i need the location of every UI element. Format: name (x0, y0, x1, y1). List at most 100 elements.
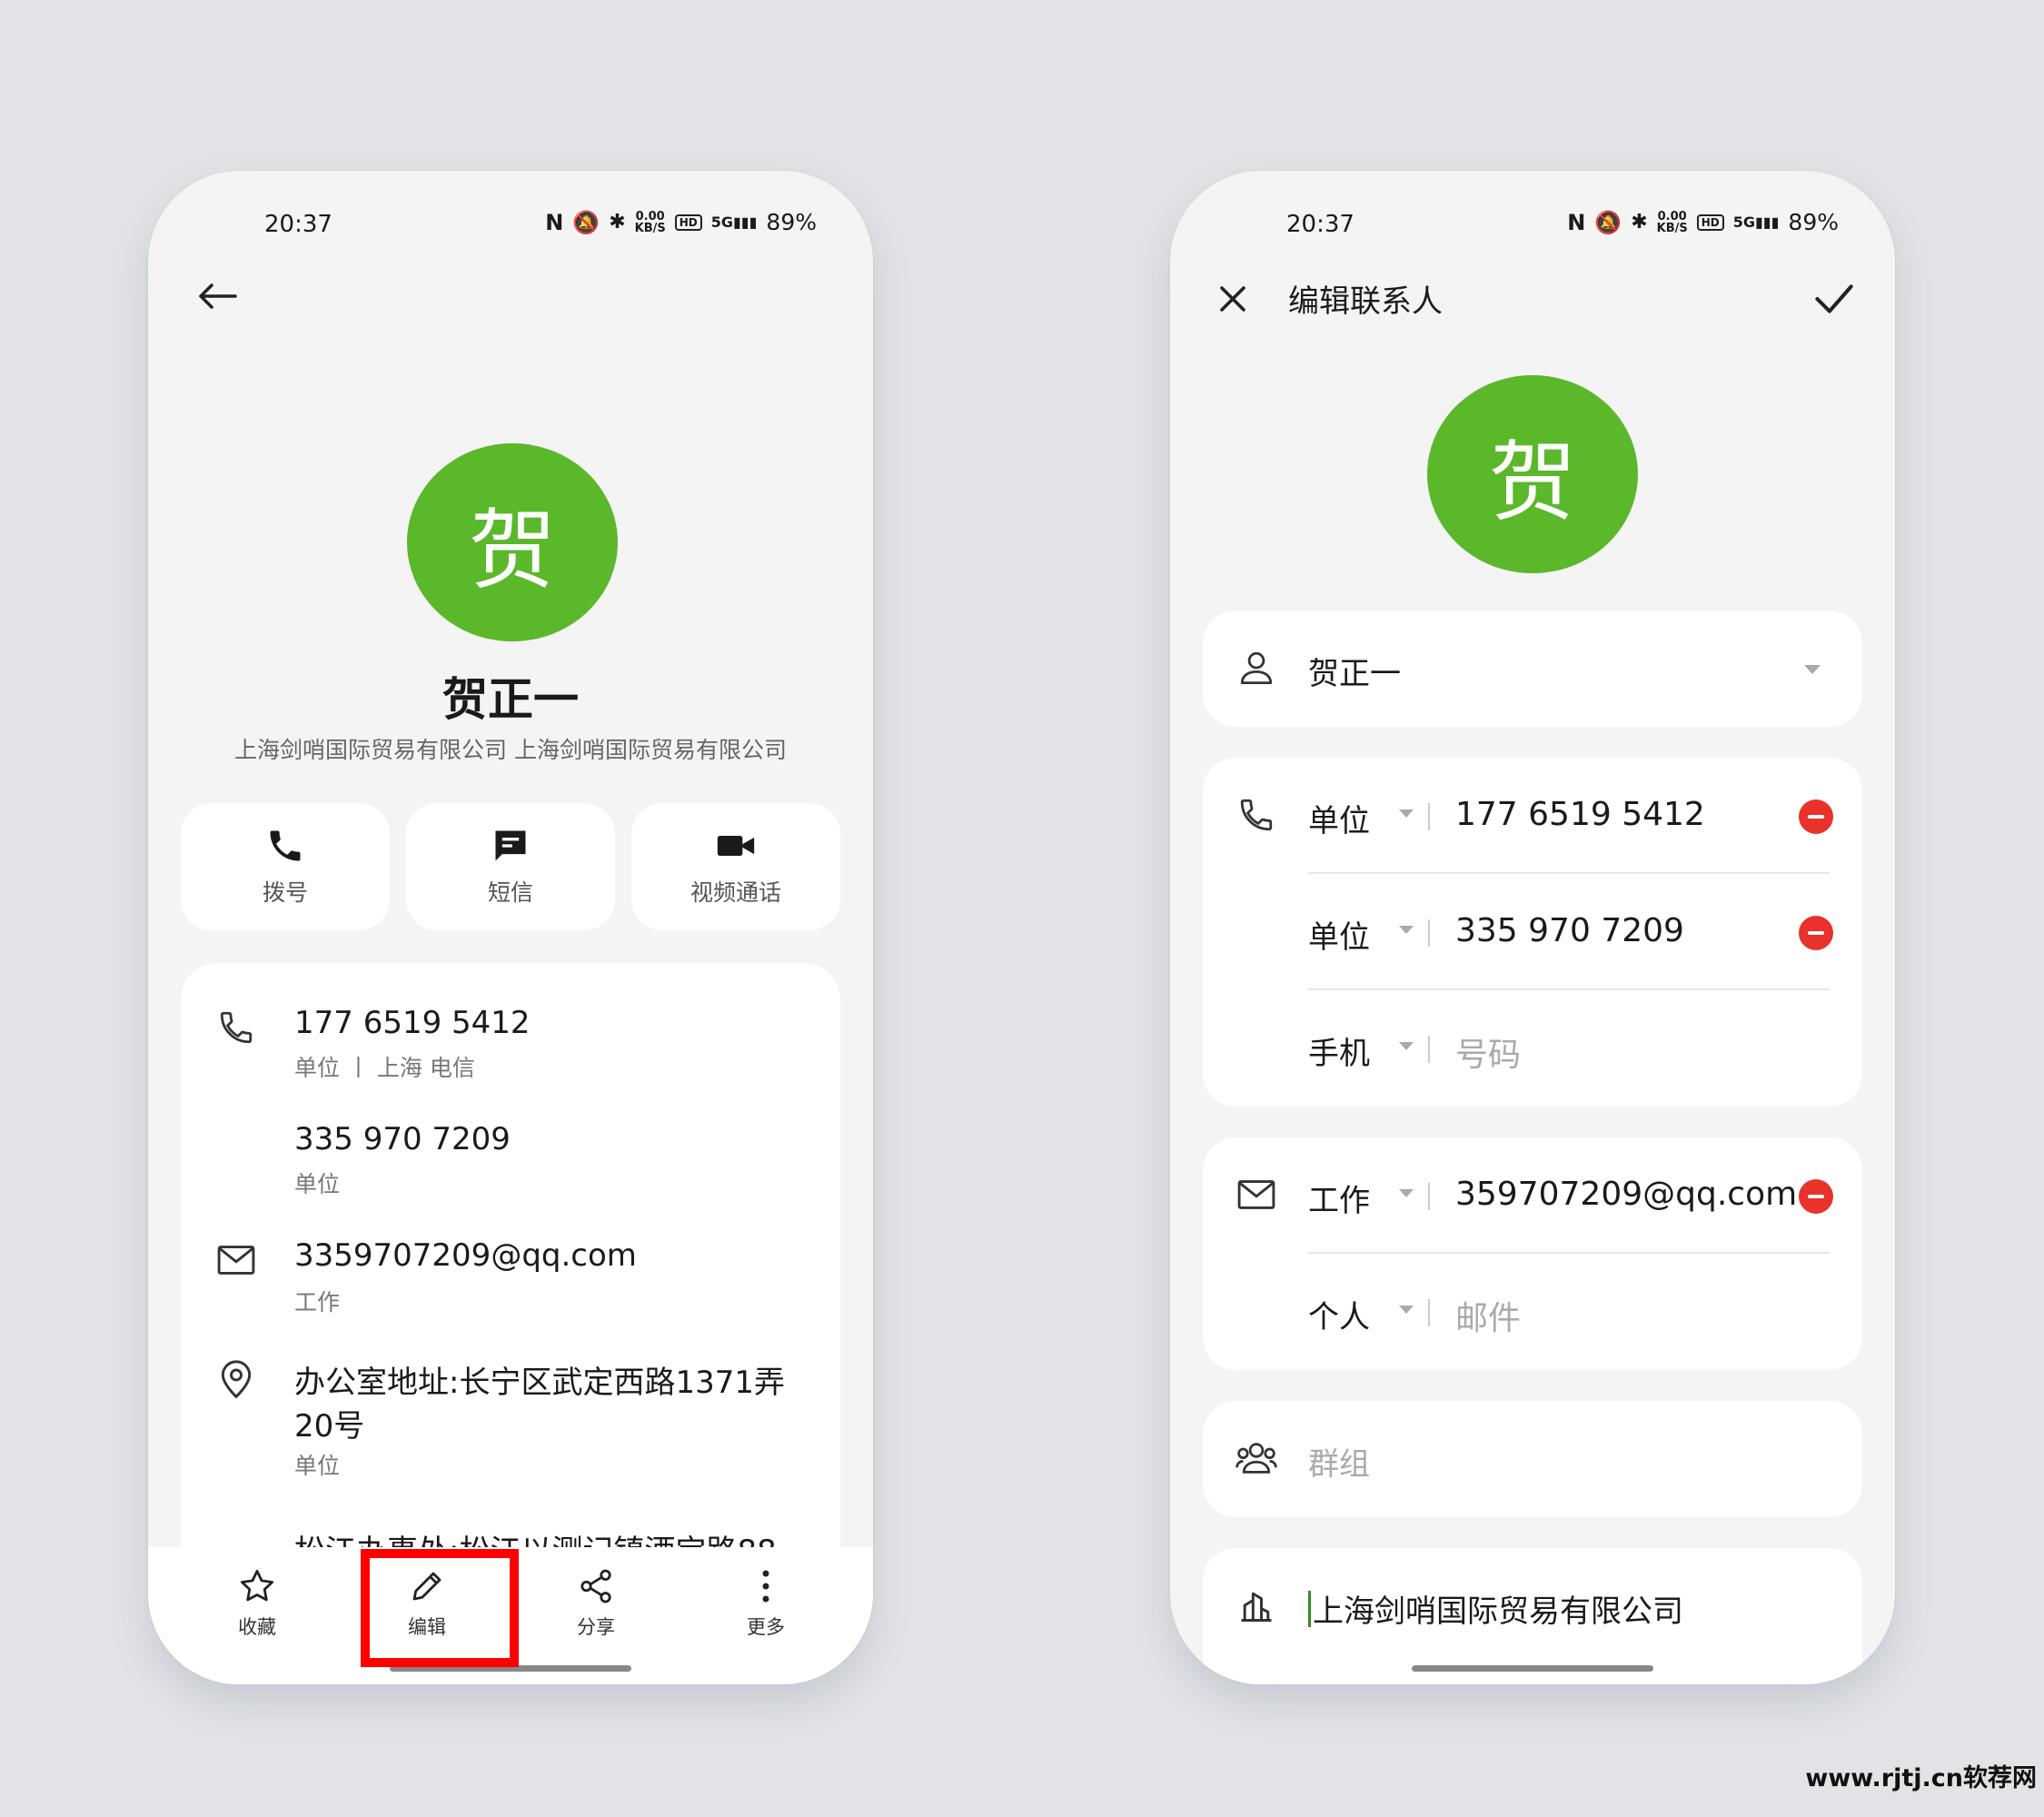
field-separator (1428, 919, 1430, 947)
field-separator (1428, 1183, 1430, 1210)
signal-icon: 5G▮▮▮ (710, 213, 758, 231)
email-label: 工作 (294, 1289, 341, 1316)
hd-badge: HD (1696, 213, 1724, 231)
contact-avatar: 贺 (407, 443, 618, 641)
name-value: 贺正一 (1308, 656, 1401, 692)
phone-fields-card: 单位 177 6519 5412 单位 335 970 7209 手机 号码 (1203, 758, 1862, 1107)
share-button[interactable]: 分享 (541, 1567, 650, 1640)
group-placeholder: 群组 (1308, 1446, 1370, 1483)
network-type: 5G (1732, 213, 1755, 231)
status-bar: 20:37 N 🔕 ✱ 0.00 KB/S HD 5G▮▮▮ 89% (1170, 198, 1895, 253)
network-speed: 0.00 KB/S (635, 211, 666, 234)
battery-level: 89% (1788, 209, 1839, 235)
name-field[interactable]: 贺正一 (1203, 611, 1862, 727)
name-field-card: 贺正一 (1203, 611, 1862, 727)
bluetooth-icon: ✱ (609, 211, 626, 233)
person-icon (1234, 645, 1279, 690)
watermark: www.rjtj.cn软荐网 (1805, 1764, 2037, 1792)
save-button[interactable] (1811, 276, 1857, 322)
field-separator (1428, 1036, 1430, 1063)
sms-label: 短信 (487, 879, 533, 906)
email-type-select[interactable]: 个人 (1308, 1292, 1370, 1336)
cancel-button[interactable] (1210, 276, 1255, 322)
company-input[interactable]: 上海剑哨国际贸易有限公司 (1308, 1586, 1683, 1631)
address-row-1[interactable]: 办公室地址:长宁区武定西路1371弄 20号 单位 (181, 1352, 840, 1488)
close-icon (1220, 286, 1245, 312)
address-label: 单位 (294, 1453, 341, 1479)
contact-name: 贺正一 (442, 673, 579, 726)
email-fields-card: 工作 359707209@qq.com 个人 邮件 (1203, 1137, 1862, 1370)
signal-icon: 5G▮▮▮ (1732, 213, 1780, 231)
mail-icon (213, 1237, 259, 1283)
mute-bell-icon: 🔕 (572, 209, 600, 235)
phone-input[interactable]: 177 6519 5412 (1455, 796, 1705, 833)
video-call-label: 视频通话 (690, 879, 781, 906)
group-field[interactable]: 群组 (1203, 1401, 1862, 1517)
bluetooth-icon: ✱ (1631, 211, 1648, 233)
email-field-2: 个人 邮件 (1203, 1254, 1862, 1370)
speed-unit: KB/S (1656, 221, 1688, 235)
more-button[interactable]: 更多 (711, 1567, 820, 1640)
dropdown-caret-icon (1399, 1306, 1414, 1314)
hd-badge: HD (674, 213, 702, 231)
dial-button[interactable]: 拨号 (181, 803, 390, 930)
phone-type-select[interactable]: 单位 (1308, 796, 1370, 840)
check-icon (1815, 284, 1853, 313)
address-line-1: 办公室地址:长宁区武定西路1371弄 (294, 1365, 785, 1401)
phone-type-select[interactable]: 手机 (1308, 1028, 1370, 1073)
field-separator (1428, 803, 1430, 830)
dropdown-caret-icon (1399, 1189, 1414, 1197)
phone-row-2[interactable]: 335 970 7209 单位 (181, 1116, 840, 1206)
speed-unit: KB/S (634, 221, 666, 235)
home-indicator[interactable] (1412, 1665, 1653, 1672)
quick-actions: 拨号 短信 视频通话 (181, 803, 840, 930)
expand-caret-icon[interactable] (1804, 665, 1821, 674)
sms-button[interactable]: 短信 (406, 803, 615, 930)
phone-label: 单位 丨 上海 电信 (294, 1055, 475, 1081)
phone-number: 335 970 7209 (294, 1121, 511, 1157)
company-field[interactable]: 上海剑哨国际贸易有限公司 (1203, 1548, 1862, 1664)
text-cursor (1308, 1591, 1311, 1627)
group-icon (1234, 1435, 1279, 1481)
nfc-icon: N (545, 209, 564, 235)
video-call-button[interactable]: 视频通话 (631, 803, 840, 930)
share-label: 分享 (577, 1616, 615, 1638)
back-button[interactable] (190, 269, 244, 323)
dropdown-caret-icon (1399, 809, 1414, 818)
field-separator (1428, 1299, 1430, 1326)
phone-input[interactable]: 335 970 7209 (1455, 912, 1684, 949)
phone-outline-icon (1234, 792, 1279, 838)
email-type-select[interactable]: 工作 (1308, 1176, 1370, 1220)
phone-field-1: 单位 177 6519 5412 (1203, 758, 1862, 874)
remove-button[interactable] (1799, 916, 1833, 950)
speed-value: 0.00 (1657, 209, 1687, 223)
phone-type-select[interactable]: 单位 (1308, 912, 1370, 957)
phone-field-2: 单位 335 970 7209 (1203, 874, 1862, 990)
battery-level: 89% (766, 209, 817, 235)
phone-outline-icon (213, 1005, 259, 1050)
share-icon (580, 1569, 611, 1604)
speed-value: 0.00 (635, 209, 665, 223)
email-input[interactable]: 359707209@qq.com (1455, 1176, 1797, 1213)
email-row[interactable]: 3359707209@qq.com 工作 (181, 1232, 840, 1323)
phone-row-1[interactable]: 177 6519 5412 单位 丨 上海 电信 (181, 999, 840, 1090)
star-icon (240, 1569, 274, 1602)
email-field-1: 工作 359707209@qq.com (1203, 1137, 1862, 1254)
email-input[interactable]: 邮件 (1455, 1292, 1521, 1339)
page-title: 编辑联系人 (1288, 283, 1443, 320)
status-time: 20:37 (264, 211, 332, 238)
favorite-label: 收藏 (238, 1616, 276, 1638)
company-field-card: 上海剑哨国际贸易有限公司 (1203, 1548, 1862, 1684)
phone-input[interactable]: 号码 (1455, 1028, 1521, 1076)
more-label: 更多 (747, 1616, 785, 1638)
group-field-card: 群组 (1203, 1401, 1862, 1517)
remove-button[interactable] (1799, 1179, 1833, 1214)
company-value: 上海剑哨国际贸易有限公司 (1313, 1594, 1683, 1630)
contact-avatar[interactable]: 贺 (1427, 375, 1638, 573)
favorite-button[interactable]: 收藏 (203, 1567, 312, 1640)
dropdown-caret-icon (1399, 1042, 1414, 1050)
contact-company: 上海剑哨国际贸易有限公司 上海剑哨国际贸易有限公司 (234, 737, 787, 763)
remove-button[interactable] (1799, 799, 1833, 834)
location-pin-icon (213, 1357, 259, 1403)
more-icon (762, 1570, 769, 1603)
